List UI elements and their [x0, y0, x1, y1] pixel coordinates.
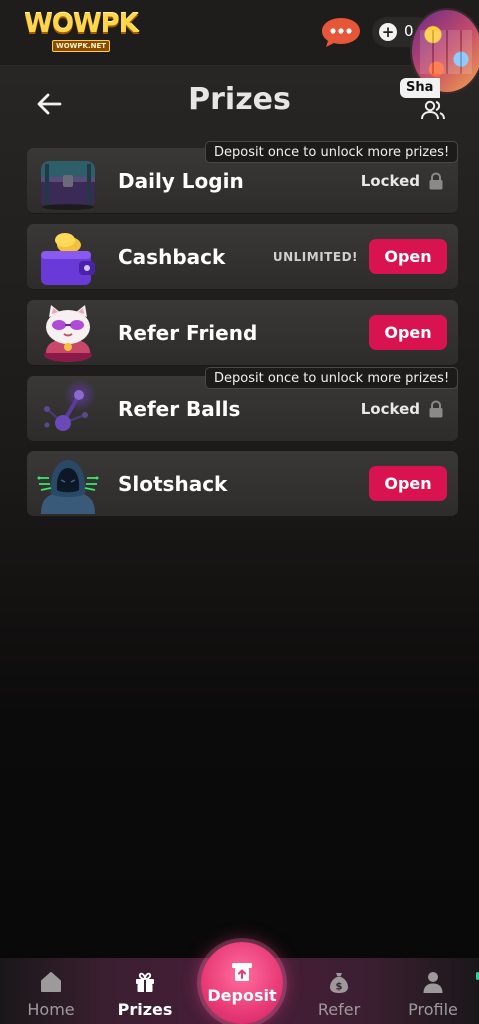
add-funds-icon[interactable]: + [379, 23, 397, 41]
nav-profile[interactable]: Profile [388, 958, 478, 1024]
prize-name: Cashback [118, 245, 226, 269]
prize-name: Refer Friend [118, 321, 258, 345]
arrow-left-icon [37, 93, 62, 115]
wowpk-logo[interactable]: WOWPK WOWPK.NET [22, 8, 140, 54]
gift-icon [136, 972, 154, 992]
prize-card-cashback[interactable]: Cashback UNLIMITED! Open [27, 224, 458, 290]
treasure-chest-icon [41, 161, 95, 210]
nav-refer[interactable]: $ Refer [294, 958, 384, 1024]
open-button[interactable]: Open [369, 466, 447, 501]
balls-network-icon [44, 379, 96, 431]
nav-prizes[interactable]: Prizes [100, 958, 190, 1024]
chat-button[interactable] [321, 16, 361, 48]
hooded-figure-icon [37, 460, 99, 514]
chat-bubble-icon [322, 18, 360, 47]
lucky-cat-icon [44, 305, 92, 362]
svg-text:$: $ [336, 982, 343, 993]
back-button[interactable] [34, 89, 64, 119]
unlock-tooltip: Deposit once to unlock more prizes! [205, 367, 459, 389]
unlock-tooltip: Deposit once to unlock more prizes! [205, 141, 459, 163]
nav-refer-label: Refer [317, 1000, 361, 1019]
open-button[interactable]: Open [369, 239, 447, 274]
prize-card-slotshack[interactable]: Slotshack Open [27, 451, 458, 517]
lock-icon [429, 172, 443, 190]
logo-subtext: WOWPK.NET [52, 40, 110, 52]
open-button[interactable]: Open [369, 315, 447, 350]
money-bag-icon: $ [330, 973, 348, 993]
prize-name: Slotshack [118, 472, 228, 496]
nav-home-label: Home [27, 1000, 75, 1019]
share-label: Sha [400, 78, 440, 98]
deposit-label: Deposit [207, 986, 277, 1005]
nav-home[interactable]: Home [6, 958, 96, 1024]
logo-text: WOWPK [24, 9, 139, 39]
wallet-coins-icon [41, 233, 95, 285]
user-icon [423, 972, 443, 993]
share-button[interactable]: Sha [398, 78, 458, 126]
unlimited-badge: UNLIMITED! [272, 250, 358, 264]
prize-card-refer-friend[interactable]: Refer Friend Open [27, 300, 458, 366]
users-icon [421, 100, 445, 120]
nav-prizes-label: Prizes [117, 1000, 173, 1019]
deposit-button[interactable]: Deposit [201, 942, 283, 1024]
deposit-icon [232, 963, 252, 981]
lock-icon [429, 400, 443, 418]
top-bar: WOWPK WOWPK.NET + 0 [0, 0, 479, 66]
nav-profile-label: Profile [408, 1000, 458, 1019]
home-icon [41, 972, 61, 992]
